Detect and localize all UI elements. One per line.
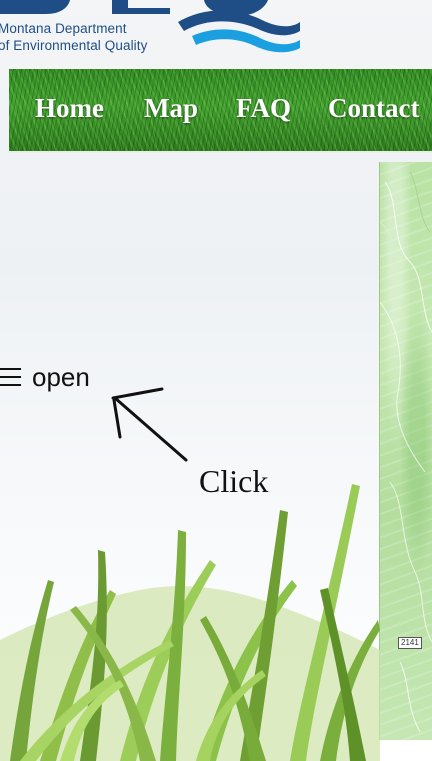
nav-contact-link[interactable]: Contact (328, 93, 419, 124)
nav-faq-link[interactable]: FAQ (236, 93, 291, 124)
menu-open-label: open (32, 362, 90, 392)
logo-title: Montana Department (0, 21, 127, 36)
arrow-icon (111, 387, 188, 462)
map-view[interactable]: 2141 (379, 162, 432, 740)
deq-logo[interactable]: Montana Department of Environmental Qual… (0, 0, 310, 62)
nav-map-link[interactable]: Map (144, 93, 198, 124)
menu-open-toggle[interactable]: open (0, 362, 90, 392)
road-number-label: 2141 (398, 637, 422, 649)
nav-home-link[interactable]: Home (35, 93, 104, 124)
grass-illustration (0, 484, 380, 761)
map-terrain (380, 171, 432, 733)
main-navigation: Home Map FAQ Contact (9, 69, 432, 153)
grass-decoration (0, 470, 380, 761)
hamburger-icon (0, 364, 21, 386)
logo-subtitle: of Environmental Quality (0, 38, 148, 53)
